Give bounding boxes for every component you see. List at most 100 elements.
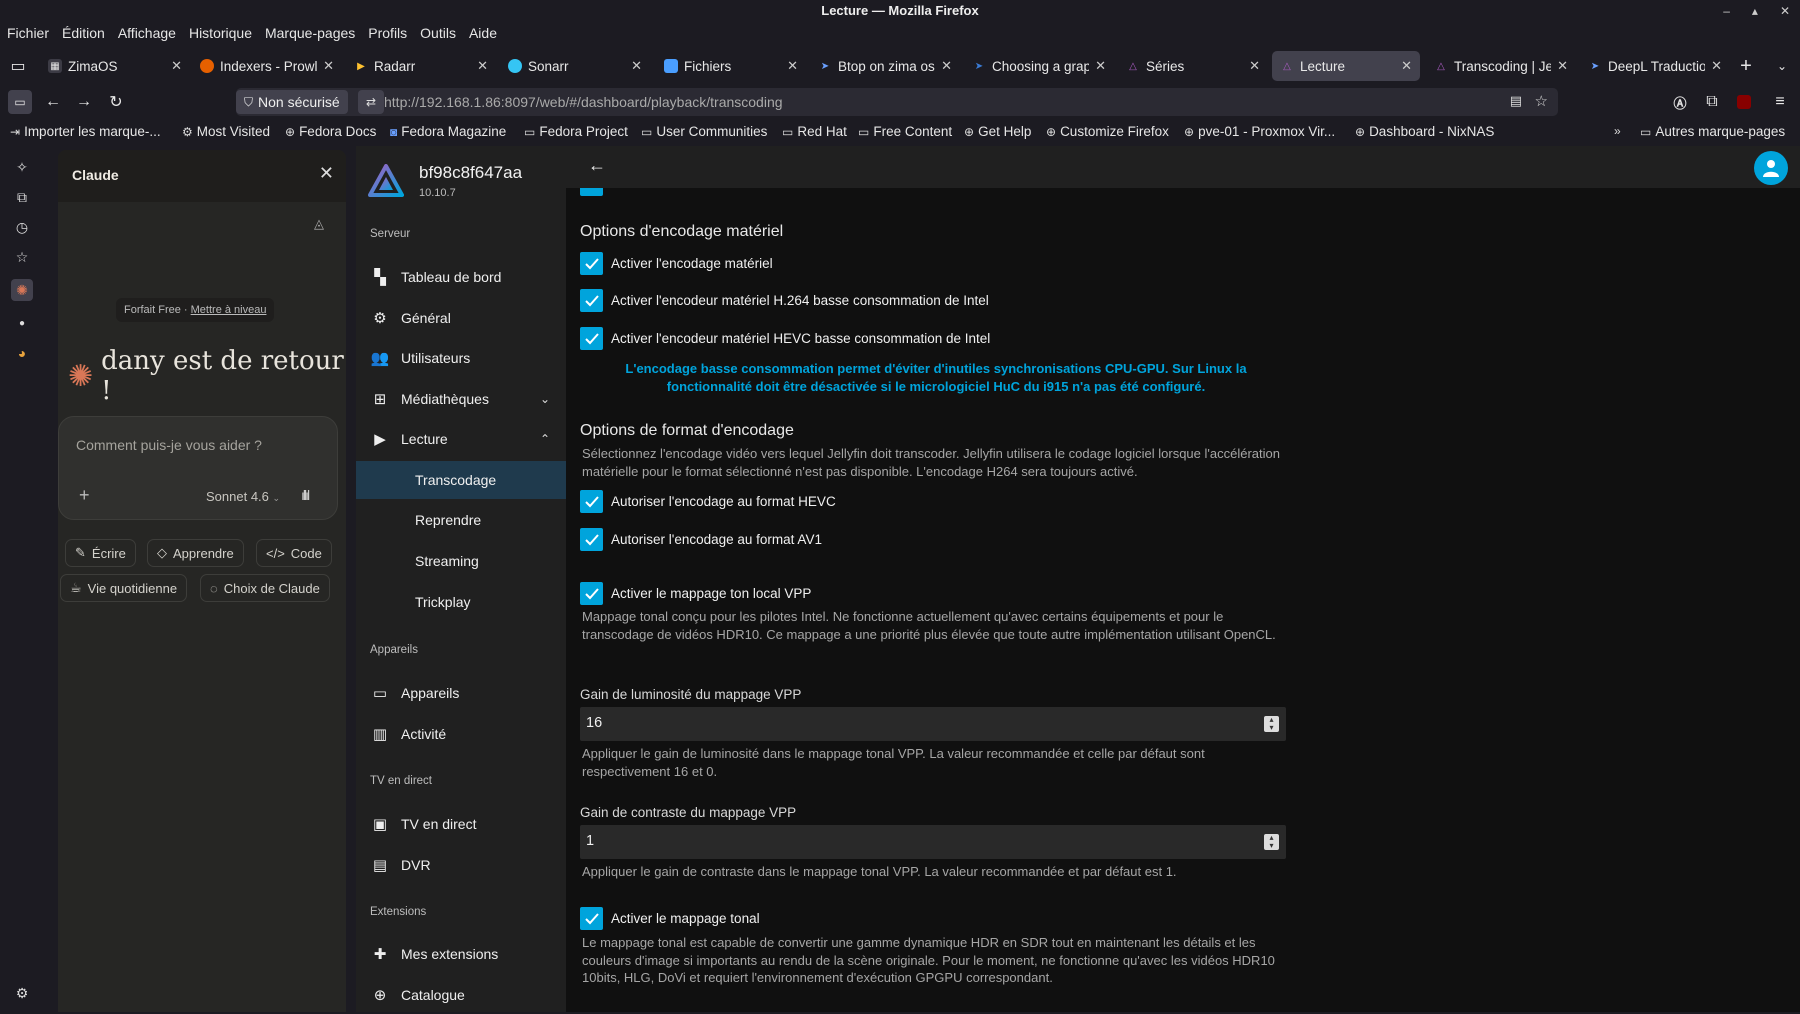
close-tab-icon[interactable]: ✕: [631, 58, 642, 74]
vpp-brightness-input[interactable]: 16 ▴ ▾: [580, 707, 1286, 741]
close-window-icon[interactable]: ✕: [1780, 0, 1790, 22]
model-selector[interactable]: Sonnet 4.6 ⌄: [206, 489, 280, 504]
nav-playback[interactable]: ▶ Lecture ⌃: [356, 420, 566, 458]
url-bar[interactable]: ⛉ Non sécurisé ⇄ http://192.168.1.86:809…: [236, 88, 1558, 116]
check-icon[interactable]: [580, 528, 603, 551]
bookmark-pve[interactable]: ⊕ pve-01 - Proxmox Vir...: [1184, 124, 1335, 139]
close-tab-icon[interactable]: ✕: [787, 58, 798, 74]
back-arrow-icon[interactable]: ←: [588, 155, 606, 176]
spinner-icon[interactable]: ▴ ▾: [1264, 716, 1279, 732]
bookmark-star-icon[interactable]: ☆: [1535, 92, 1548, 110]
back-icon[interactable]: ←: [41, 90, 65, 114]
reader-view-icon[interactable]: ▤: [1510, 93, 1522, 109]
close-tab-icon[interactable]: ✕: [1711, 58, 1722, 74]
chevron-down-icon[interactable]: ⌄: [1770, 54, 1794, 78]
tab-sonarr[interactable]: Sonarr ✕: [500, 51, 650, 81]
user-avatar-icon[interactable]: [1754, 151, 1788, 185]
menu-edition[interactable]: Édition: [62, 22, 105, 44]
check-icon[interactable]: [580, 490, 603, 513]
nav-catalog[interactable]: ⊕ Catalogue: [356, 976, 566, 1014]
chip-choix-de-claude[interactable]: ◌ Choix de Claude: [200, 574, 330, 602]
spinner-icon[interactable]: ▴ ▾: [1264, 834, 1279, 850]
check-icon[interactable]: [580, 582, 603, 605]
close-tab-icon[interactable]: ✕: [171, 58, 182, 74]
chip-code[interactable]: </> Code: [256, 539, 332, 567]
check-icon[interactable]: [580, 289, 603, 312]
tab-radarr[interactable]: ▶ Radarr ✕: [346, 51, 496, 81]
dot-icon[interactable]: ●: [11, 312, 33, 334]
bookmark-user-communities[interactable]: ▭ User Communities: [641, 124, 767, 139]
menu-affichage[interactable]: Affichage: [118, 22, 176, 44]
nav-resume[interactable]: Reprendre: [356, 501, 566, 539]
nav-myplugins[interactable]: ✚ Mes extensions: [356, 935, 566, 973]
bookmark-nixnas[interactable]: ⊕ Dashboard - NixNAS: [1355, 124, 1494, 139]
tab-lecture[interactable]: △ Lecture ✕: [1272, 51, 1420, 81]
tab-zimaos[interactable]: ▦ ZimaOS ✕: [40, 51, 190, 81]
nav-general[interactable]: ⚙ Général: [356, 299, 566, 337]
nav-users[interactable]: 👥 Utilisateurs: [356, 339, 566, 377]
tab-choosing[interactable]: ➤Choosing a graphi✕: [964, 51, 1114, 81]
url-text[interactable]: http://192.168.1.86:8097/web/#/dashboard…: [384, 88, 783, 116]
tab-series[interactable]: △ Séries ✕: [1118, 51, 1268, 81]
close-tab-icon[interactable]: ✕: [941, 58, 952, 74]
synced-tabs-icon[interactable]: ⧉: [11, 186, 33, 208]
account-icon[interactable]: Ⓐ: [1668, 90, 1692, 114]
menu-icon[interactable]: ≡: [1768, 90, 1792, 114]
chip-ecrire[interactable]: ✎ Écrire: [65, 539, 136, 567]
tab-prowlarr[interactable]: Indexers - Prowlar✕: [192, 51, 342, 81]
close-icon[interactable]: ✕: [319, 163, 334, 184]
ublock-icon[interactable]: [1732, 90, 1756, 114]
security-indicator[interactable]: ⛉ Non sécurisé: [236, 90, 348, 114]
menu-profils[interactable]: Profils: [368, 22, 407, 44]
menu-historique[interactable]: Historique: [189, 22, 252, 44]
nav-dvr[interactable]: ▤ DVR: [356, 846, 566, 884]
ai-sparkle-icon[interactable]: ✧: [11, 156, 33, 178]
menu-outils[interactable]: Outils: [420, 22, 456, 44]
nav-transcoding[interactable]: Transcodage: [356, 461, 566, 499]
nav-streaming[interactable]: Streaming: [356, 542, 566, 580]
settings-gear-icon[interactable]: ⚙: [11, 982, 33, 1004]
prompt-box[interactable]: Comment puis-je vous aider ? + Sonnet 4.…: [58, 416, 338, 520]
bookmark-get-help[interactable]: ⊕ Get Help: [964, 124, 1031, 139]
tonemap-checkbox[interactable]: Activer le mappage tonal: [580, 907, 760, 930]
vpp-tonemap-checkbox[interactable]: Activer le mappage ton local VPP: [580, 582, 811, 605]
bookmark-other[interactable]: ▭ Autres marque-pages: [1640, 124, 1785, 139]
permissions-icon[interactable]: ⇄: [358, 90, 384, 114]
nav-devices[interactable]: ▭ Appareils: [356, 674, 566, 712]
hw-h264-lowpower-checkbox[interactable]: Activer l'encodeur matériel H.264 basse …: [580, 289, 989, 312]
reload-icon[interactable]: ↻: [104, 90, 128, 114]
tab-fichiers[interactable]: Fichiers ✕: [656, 51, 806, 81]
close-tab-icon[interactable]: ✕: [1249, 58, 1260, 74]
bookmark-fedora-project[interactable]: ▭ Fedora Project: [524, 124, 628, 139]
bookmark-customize-firefox[interactable]: ⊕ Customize Firefox: [1046, 124, 1169, 139]
prompt-placeholder[interactable]: Comment puis-je vous aider ?: [76, 437, 262, 453]
close-tab-icon[interactable]: ✕: [323, 58, 334, 74]
allow-hevc-checkbox[interactable]: Autoriser l'encodage au format HEVC: [580, 490, 836, 513]
tab-list-icon[interactable]: ▭: [6, 54, 30, 78]
voice-icon[interactable]: ıllıl: [301, 487, 310, 503]
bookmarks-icon[interactable]: ☆: [11, 246, 33, 268]
extensions-icon[interactable]: ⧉: [1700, 90, 1724, 114]
add-attachment-icon[interactable]: +: [79, 485, 90, 506]
nav-libraries[interactable]: ⊞ Médiathèques ⌄: [356, 380, 566, 418]
check-icon[interactable]: [580, 252, 603, 275]
incognito-icon[interactable]: ◬: [314, 216, 324, 232]
menu-fichier[interactable]: Fichier: [7, 22, 49, 44]
chip-vie-quotidienne[interactable]: ☕ Vie quotidienne: [60, 574, 188, 602]
maximize-icon[interactable]: ▴: [1752, 0, 1758, 22]
upgrade-link[interactable]: Mettre à niveau: [191, 304, 267, 316]
bookmark-fedora-docs[interactable]: ⊕ Fedora Docs: [285, 124, 376, 139]
allow-av1-checkbox[interactable]: Autoriser l'encodage au format AV1: [580, 528, 822, 551]
menu-marque-pages[interactable]: Marque-pages: [265, 22, 355, 44]
close-tab-icon[interactable]: ✕: [1557, 58, 1568, 74]
tab-btop[interactable]: ➤ Btop on zima os ✕: [810, 51, 960, 81]
close-tab-icon[interactable]: ✕: [1095, 58, 1106, 74]
checkbox-partial[interactable]: [580, 188, 603, 196]
vpp-contrast-input[interactable]: 1 ▴ ▾: [580, 825, 1286, 859]
bookmark-free-content[interactable]: ▭ Free Content: [858, 124, 952, 139]
tab-deepl[interactable]: ➤ DeepL Traduction ✕: [1580, 51, 1730, 81]
nav-dashboard[interactable]: ▚ Tableau de bord: [356, 258, 566, 296]
bookmark-most-visited[interactable]: ⚙ Most Visited: [182, 124, 270, 139]
bookmarks-overflow-icon[interactable]: »: [1614, 124, 1621, 138]
close-tab-icon[interactable]: ✕: [1401, 58, 1412, 74]
